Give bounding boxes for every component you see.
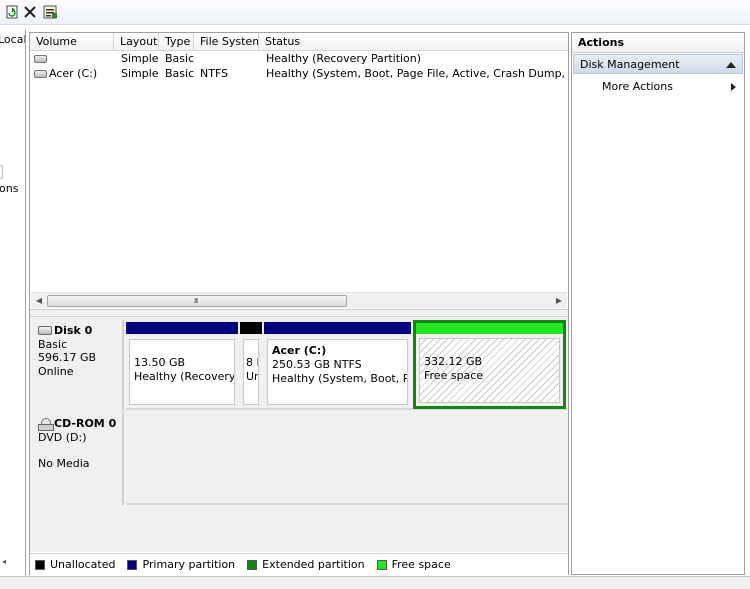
- cell-status: Healthy (Recovery Partition): [266, 52, 422, 65]
- partition-body: 8 I Ur: [243, 339, 259, 405]
- cdrom-0-label[interactable]: CD-ROM 0 DVD (D:) No Media: [32, 413, 124, 505]
- scroll-right-arrow[interactable]: ▶: [551, 293, 567, 309]
- legend-swatch-unallocated: [35, 559, 45, 570]
- collapse-arrow-icon[interactable]: [726, 62, 736, 68]
- action-more-actions[interactable]: More Actions: [602, 79, 742, 95]
- partition-status: Healthy (Recovery P·: [134, 370, 235, 383]
- disk-0-name: Disk 0: [54, 324, 93, 337]
- disk-graphical-view: Disk 0 Basic 596.17 GB Online 13.50 GB H…: [30, 317, 568, 552]
- properties-icon[interactable]: [41, 3, 59, 21]
- scroll-left-arrow[interactable]: ◀: [31, 293, 47, 309]
- scroll-grip: III: [194, 297, 198, 305]
- cell-type: Basic: [165, 67, 195, 80]
- volume-list-header: Volume Layout Type File System Status: [30, 33, 568, 51]
- cell-type: Basic: [165, 52, 195, 65]
- partition-size: 8 I: [246, 356, 259, 369]
- legend-item: Extended partition: [247, 558, 365, 571]
- column-header-layout[interactable]: Layout: [114, 33, 159, 51]
- delete-x-icon[interactable]: [21, 3, 39, 21]
- tree-item-local[interactable]: Local: [0, 33, 25, 46]
- drive-icon: [34, 55, 47, 63]
- column-header-type[interactable]: Type: [159, 33, 194, 51]
- cell-layout: Simple: [121, 52, 159, 65]
- partition-unallocated[interactable]: 8 I Ur: [240, 322, 262, 408]
- partition-bar: [126, 322, 238, 334]
- partition-body: 332.12 GB Free space: [419, 338, 560, 403]
- drive-icon: [34, 70, 47, 78]
- actions-section-label: Disk Management: [580, 58, 680, 71]
- tree-expander[interactable]: [0, 165, 3, 179]
- legend-swatch-free: [376, 559, 387, 570]
- column-header-file-system[interactable]: File System: [194, 33, 259, 51]
- status-bar: [0, 576, 750, 589]
- legend-label: Free space: [391, 558, 451, 571]
- table-row[interactable]: Acer (C:) Simple Basic NTFS Healthy (Sys…: [30, 66, 568, 82]
- column-header-status[interactable]: Status: [259, 33, 568, 51]
- partition-bar: [416, 323, 563, 334]
- hard-disk-icon: [38, 326, 52, 336]
- scroll-thumb[interactable]: III: [47, 295, 347, 307]
- pane-splitter[interactable]: [30, 309, 568, 317]
- disk-0-label[interactable]: Disk 0 Basic 596.17 GB Online: [32, 320, 124, 412]
- legend-swatch-extended: [247, 559, 258, 570]
- legend-label: Unallocated: [50, 558, 116, 571]
- partition-bar: [240, 322, 262, 334]
- cell-volume: Acer (C:): [49, 67, 98, 80]
- partition-body: Acer (C:) 250.53 GB NTFS Healthy (System…: [267, 339, 408, 405]
- partition-status: Ur: [246, 370, 259, 383]
- partition-acer-c[interactable]: Acer (C:) 250.53 GB NTFS Healthy (System…: [264, 322, 411, 408]
- console-tree-pane[interactable]: Local ons ◂: [0, 30, 26, 575]
- cdrom-0-type: DVD (D:): [38, 430, 87, 444]
- actions-section-disk-management[interactable]: Disk Management: [573, 54, 743, 74]
- disk-0-partitions: 13.50 GB Healthy (Recovery P· 8 I Ur Ace…: [126, 320, 568, 410]
- submenu-arrow-icon: [731, 83, 736, 91]
- cdrom-0-area[interactable]: [126, 413, 568, 505]
- legend-label: Primary partition: [142, 558, 236, 571]
- partition-status: Healthy (System, Boot, Page: [272, 372, 407, 385]
- action-label: More Actions: [602, 80, 673, 93]
- partition-status: Free space: [424, 369, 484, 382]
- tree-item-options[interactable]: ons: [0, 182, 18, 195]
- column-header-volume[interactable]: Volume: [30, 33, 114, 51]
- partition-recovery[interactable]: 13.50 GB Healthy (Recovery P·: [126, 322, 238, 408]
- disk-0-size: 596.17 GB: [38, 351, 97, 364]
- disk-0-type: Basic: [38, 337, 68, 351]
- legend-label: Extended partition: [262, 558, 365, 571]
- cell-file-system: NTFS: [200, 67, 229, 80]
- toolbar: [0, 0, 750, 25]
- legend: Unallocated Primary partition Extended p…: [30, 553, 568, 575]
- horizontal-scrollbar[interactable]: ◀ III ▶: [31, 292, 567, 308]
- refresh-icon[interactable]: [3, 3, 21, 21]
- cdrom-0-name: CD-ROM 0: [54, 417, 117, 430]
- tree-scroll-left-arrow[interactable]: ◂: [2, 557, 6, 566]
- partition-size: 250.53 GB NTFS: [272, 358, 362, 371]
- partition-name: Acer (C:): [272, 344, 327, 357]
- cell-status: Healthy (System, Boot, Page File, Active…: [266, 67, 566, 80]
- table-row[interactable]: Simple Basic Healthy (Recovery Partition…: [30, 51, 568, 67]
- actions-pane: Actions Disk Management More Actions: [571, 32, 745, 575]
- partition-free-space[interactable]: 332.12 GB Free space: [413, 320, 566, 409]
- cdrom-0-state: No Media: [38, 457, 90, 470]
- disk-0-state: Online: [38, 364, 74, 378]
- partition-size: 332.12 GB: [424, 355, 483, 368]
- partition-body: 13.50 GB Healthy (Recovery P·: [129, 339, 235, 405]
- cdrom-0-title: CD-ROM 0: [38, 417, 122, 431]
- cell-layout: Simple: [121, 67, 159, 80]
- partition-bar: [264, 322, 411, 334]
- legend-item: Unallocated: [35, 558, 115, 571]
- legend-item: Primary partition: [127, 558, 235, 571]
- legend-item: Free space: [376, 558, 451, 571]
- legend-swatch-primary: [127, 559, 138, 570]
- partition-size: 13.50 GB: [134, 356, 186, 369]
- cd-drive-icon: [38, 417, 54, 431]
- volume-list-pane: Volume Layout Type File System Status Si…: [29, 32, 569, 575]
- actions-title: Actions: [572, 33, 744, 53]
- disk-0-title: Disk 0: [38, 324, 122, 338]
